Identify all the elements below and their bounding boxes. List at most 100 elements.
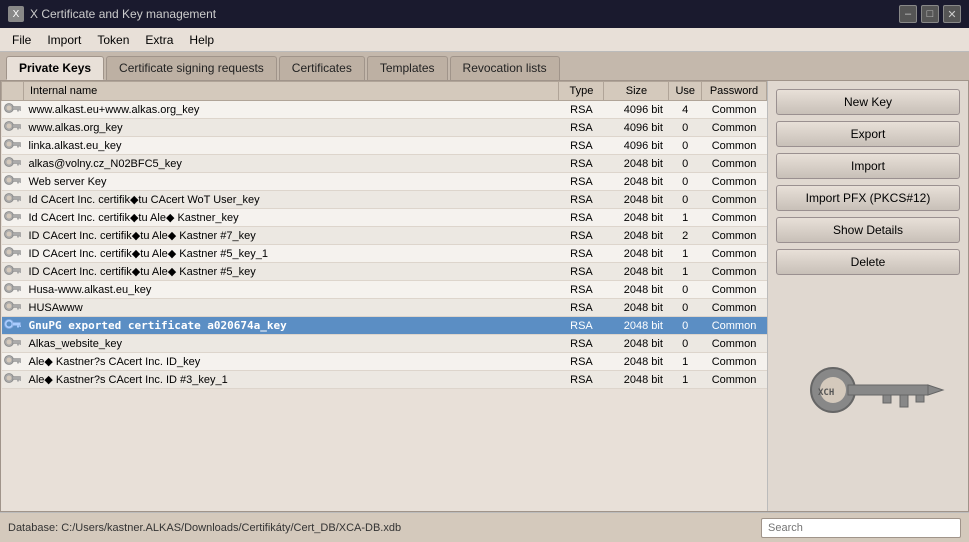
svg-text:XCH: XCH bbox=[818, 388, 834, 398]
row-icon bbox=[2, 173, 24, 191]
tab-private-keys[interactable]: Private Keys bbox=[6, 56, 104, 80]
table-row[interactable]: www.alkas.org_keyRSA4096 bit0Common bbox=[2, 119, 767, 137]
export-button[interactable]: Export bbox=[776, 121, 960, 147]
table-row[interactable]: ID CAcert Inc. certifik◆tu Ale◆ Kastner … bbox=[2, 263, 767, 281]
tab-bar: Private Keys Certificate signing request… bbox=[0, 52, 969, 80]
row-size: 2048 bit bbox=[604, 371, 669, 389]
menu-bar: File Import Token Extra Help bbox=[0, 28, 969, 52]
row-name: Husa-www.alkast.eu_key bbox=[24, 281, 559, 299]
row-size: 2048 bit bbox=[604, 299, 669, 317]
tab-revocation-lists[interactable]: Revocation lists bbox=[450, 56, 560, 80]
row-size: 2048 bit bbox=[604, 155, 669, 173]
menu-extra[interactable]: Extra bbox=[137, 31, 181, 49]
row-size: 2048 bit bbox=[604, 173, 669, 191]
row-password: Common bbox=[702, 173, 767, 191]
row-name: GnuPG exported certificate a020674a_key bbox=[24, 317, 559, 335]
menu-file[interactable]: File bbox=[4, 31, 39, 49]
minimize-button[interactable]: – bbox=[899, 5, 917, 23]
search-input[interactable] bbox=[761, 518, 961, 538]
row-icon bbox=[2, 263, 24, 281]
table-row[interactable]: HUSAwwwRSA2048 bit0Common bbox=[2, 299, 767, 317]
table-row[interactable]: Ale◆ Kastner?s CAcert Inc. ID #3_key_1RS… bbox=[2, 371, 767, 389]
row-password: Common bbox=[702, 245, 767, 263]
row-use: 1 bbox=[669, 245, 702, 263]
row-name: Web server Key bbox=[24, 173, 559, 191]
import-pfx-button[interactable]: Import PFX (PKCS#12) bbox=[776, 185, 960, 211]
row-password: Common bbox=[702, 335, 767, 353]
row-name: Ale◆ Kastner?s CAcert Inc. ID_key bbox=[24, 353, 559, 371]
delete-button[interactable]: Delete bbox=[776, 249, 960, 275]
table-row[interactable]: www.alkast.eu+www.alkas.org_keyRSA4096 b… bbox=[2, 101, 767, 119]
table-row[interactable]: linka.alkast.eu_keyRSA4096 bit0Common bbox=[2, 137, 767, 155]
table-row[interactable]: Husa-www.alkast.eu_keyRSA2048 bit0Common bbox=[2, 281, 767, 299]
menu-help[interactable]: Help bbox=[181, 31, 222, 49]
row-use: 0 bbox=[669, 335, 702, 353]
row-use: 0 bbox=[669, 119, 702, 137]
table-row[interactable]: Ale◆ Kastner?s CAcert Inc. ID_keyRSA2048… bbox=[2, 353, 767, 371]
row-name: Id CAcert Inc. certifik◆tu Ale◆ Kastner_… bbox=[24, 209, 559, 227]
table-row[interactable]: GnuPG exported certificate a020674a_keyR… bbox=[2, 317, 767, 335]
row-password: Common bbox=[702, 101, 767, 119]
row-name: ID CAcert Inc. certifik◆tu Ale◆ Kastner … bbox=[24, 227, 559, 245]
close-button[interactable]: ✕ bbox=[943, 5, 961, 23]
tab-certificates[interactable]: Certificates bbox=[279, 56, 365, 80]
row-use: 1 bbox=[669, 209, 702, 227]
db-path-label: Database: C:/Users/kastner.ALKAS/Downloa… bbox=[8, 522, 753, 534]
row-size: 2048 bit bbox=[604, 245, 669, 263]
row-type: RSA bbox=[559, 263, 604, 281]
row-type: RSA bbox=[559, 335, 604, 353]
row-use: 4 bbox=[669, 101, 702, 119]
row-type: RSA bbox=[559, 173, 604, 191]
row-use: 0 bbox=[669, 191, 702, 209]
row-use: 0 bbox=[669, 299, 702, 317]
show-details-button[interactable]: Show Details bbox=[776, 217, 960, 243]
maximize-button[interactable]: □ bbox=[921, 5, 939, 23]
row-use: 2 bbox=[669, 227, 702, 245]
row-icon bbox=[2, 155, 24, 173]
key-graphic: XCH bbox=[788, 352, 948, 432]
row-icon bbox=[2, 119, 24, 137]
row-password: Common bbox=[702, 209, 767, 227]
row-icon bbox=[2, 101, 24, 119]
row-icon bbox=[2, 335, 24, 353]
row-use: 1 bbox=[669, 353, 702, 371]
table-row[interactable]: ID CAcert Inc. certifik◆tu Ale◆ Kastner … bbox=[2, 245, 767, 263]
row-use: 0 bbox=[669, 137, 702, 155]
row-icon bbox=[2, 245, 24, 263]
table-container[interactable]: Internal name Type Size Use Password www… bbox=[1, 81, 767, 511]
row-icon bbox=[2, 209, 24, 227]
row-size: 2048 bit bbox=[604, 227, 669, 245]
tab-templates[interactable]: Templates bbox=[367, 56, 448, 80]
col-password: Password bbox=[702, 82, 767, 101]
button-panel: New Key Export Import Import PFX (PKCS#1… bbox=[768, 81, 968, 511]
row-type: RSA bbox=[559, 281, 604, 299]
new-key-button[interactable]: New Key bbox=[776, 89, 960, 115]
row-password: Common bbox=[702, 155, 767, 173]
table-row[interactable]: Alkas_website_keyRSA2048 bit0Common bbox=[2, 335, 767, 353]
menu-token[interactable]: Token bbox=[89, 31, 137, 49]
table-row[interactable]: alkas@volny.cz_N02BFC5_keyRSA2048 bit0Co… bbox=[2, 155, 767, 173]
row-name: www.alkas.org_key bbox=[24, 119, 559, 137]
tab-csr[interactable]: Certificate signing requests bbox=[106, 56, 277, 80]
row-password: Common bbox=[702, 353, 767, 371]
row-name: HUSAwww bbox=[24, 299, 559, 317]
row-size: 2048 bit bbox=[604, 335, 669, 353]
row-type: RSA bbox=[559, 155, 604, 173]
table-row[interactable]: Web server KeyRSA2048 bit0Common bbox=[2, 173, 767, 191]
row-password: Common bbox=[702, 137, 767, 155]
row-name: Ale◆ Kastner?s CAcert Inc. ID #3_key_1 bbox=[24, 371, 559, 389]
row-type: RSA bbox=[559, 299, 604, 317]
import-button[interactable]: Import bbox=[776, 153, 960, 179]
row-type: RSA bbox=[559, 191, 604, 209]
table-row[interactable]: Id CAcert Inc. certifik◆tu Ale◆ Kastner_… bbox=[2, 209, 767, 227]
row-password: Common bbox=[702, 299, 767, 317]
table-panel: Internal name Type Size Use Password www… bbox=[1, 81, 768, 511]
row-size: 2048 bit bbox=[604, 209, 669, 227]
key-image-area: XCH bbox=[776, 281, 960, 503]
table-row[interactable]: ID CAcert Inc. certifik◆tu Ale◆ Kastner … bbox=[2, 227, 767, 245]
table-row[interactable]: Id CAcert Inc. certifik◆tu CAcert WoT Us… bbox=[2, 191, 767, 209]
keys-table: Internal name Type Size Use Password www… bbox=[1, 81, 767, 389]
row-type: RSA bbox=[559, 101, 604, 119]
row-use: 0 bbox=[669, 317, 702, 335]
menu-import[interactable]: Import bbox=[39, 31, 89, 49]
